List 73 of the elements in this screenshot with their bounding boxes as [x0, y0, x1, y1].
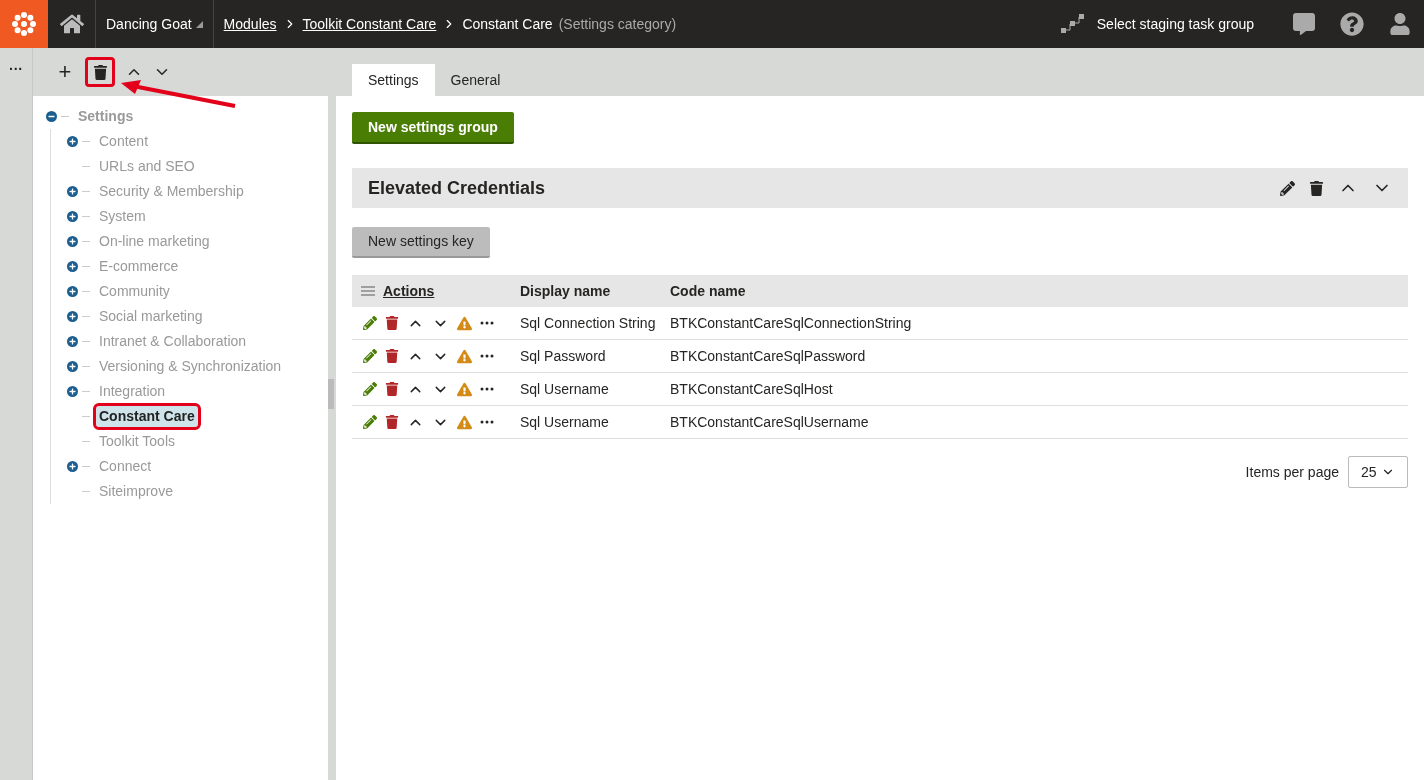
tree-item[interactable]: On-line marketing [96, 231, 213, 252]
table-cell-text: Sql Password [520, 346, 607, 366]
tree-item[interactable]: Constant Care [96, 406, 198, 427]
delete-button[interactable] [85, 57, 115, 87]
group-title: Elevated Credentials [368, 176, 546, 200]
tree-item[interactable]: Intranet & Collaboration [96, 331, 250, 352]
tree-item[interactable]: URLs and SEO [96, 156, 198, 177]
delete-icon[interactable] [385, 349, 399, 363]
trash-icon [92, 64, 108, 80]
edit-icon[interactable] [1280, 180, 1295, 196]
expand-icon[interactable] [66, 361, 78, 372]
hierarchy-icon [1060, 14, 1085, 34]
table-cell-text: BTKConstantCareSqlHost [670, 379, 833, 399]
column-header: Code name [670, 281, 746, 301]
tree-item[interactable]: Versioning & Synchronization [96, 356, 285, 377]
collapse-icon[interactable] [45, 111, 57, 122]
tree-item[interactable]: Toolkit Tools [96, 431, 178, 452]
expand-icon[interactable] [66, 311, 78, 322]
add-button[interactable]: + [55, 61, 75, 83]
expand-icon[interactable] [66, 461, 78, 472]
tree-item[interactable]: Connect [96, 456, 155, 477]
delete-icon[interactable] [385, 415, 399, 429]
table-cell-text: BTKConstantCareSqlUsername [670, 412, 869, 432]
new-group-button[interactable]: New settings group [352, 112, 514, 144]
table-cell-text: Sql Username [520, 412, 610, 432]
more-icon[interactable] [480, 420, 494, 424]
more-icon[interactable] [480, 321, 494, 325]
tree-item[interactable]: Community [96, 281, 173, 302]
warning-icon[interactable] [457, 414, 472, 430]
tree-item[interactable]: System [96, 206, 149, 227]
column-header[interactable]: Actions [383, 280, 435, 302]
breadcrumb-link[interactable]: Modules [223, 13, 277, 35]
category-note: (Settings category) [558, 14, 677, 34]
tree-item[interactable]: Security & Membership [96, 181, 247, 202]
tree-item[interactable]: Integration [96, 381, 169, 402]
more-button[interactable]: ··· [9, 62, 23, 76]
table-cell-text: Sql Username [520, 379, 610, 399]
menu-icon [361, 286, 375, 296]
delete-icon[interactable] [1309, 180, 1324, 196]
tree-item[interactable]: Social marketing [96, 306, 206, 327]
breadcrumb-link[interactable]: Toolkit Constant Care [302, 13, 437, 35]
expand-icon[interactable] [66, 336, 78, 347]
table-cell-text: Sql Connection String [520, 313, 657, 333]
pager-label: Items per page [1245, 462, 1339, 482]
tab[interactable]: Settings [352, 64, 435, 96]
warning-icon[interactable] [457, 315, 472, 331]
staging-button[interactable]: Select staging task group [1060, 13, 1280, 35]
table-cell-text: BTKConstantCareSqlConnectionString [670, 313, 912, 333]
expand-icon[interactable] [66, 286, 78, 297]
more-icon[interactable] [480, 387, 494, 391]
delete-icon[interactable] [385, 382, 399, 396]
warning-icon[interactable] [457, 381, 472, 397]
warning-icon[interactable] [457, 348, 472, 364]
tree-item[interactable]: Settings [75, 106, 137, 127]
expand-icon[interactable] [66, 136, 78, 147]
tree-item[interactable]: Content [96, 131, 152, 152]
breadcrumb-current: Constant Care [462, 14, 553, 34]
expand-icon[interactable] [66, 211, 78, 222]
table-cell-text: BTKConstantCareSqlPassword [670, 346, 866, 366]
page-size-select[interactable]: 25 [1348, 456, 1408, 488]
expand-icon[interactable] [66, 236, 78, 247]
caret-icon [195, 20, 203, 28]
more-icon[interactable] [480, 354, 494, 358]
column-header: Display name [520, 281, 612, 301]
expand-icon[interactable] [66, 186, 78, 197]
home-icon [59, 12, 84, 36]
expand-icon[interactable] [66, 261, 78, 272]
tab[interactable]: General [434, 64, 517, 96]
tree-item[interactable]: Siteimprove [96, 481, 176, 502]
expand-icon[interactable] [66, 386, 78, 397]
delete-icon[interactable] [385, 316, 399, 330]
tree-item[interactable]: E-commerce [96, 256, 182, 277]
new-key-button[interactable]: New settings key [352, 227, 490, 258]
